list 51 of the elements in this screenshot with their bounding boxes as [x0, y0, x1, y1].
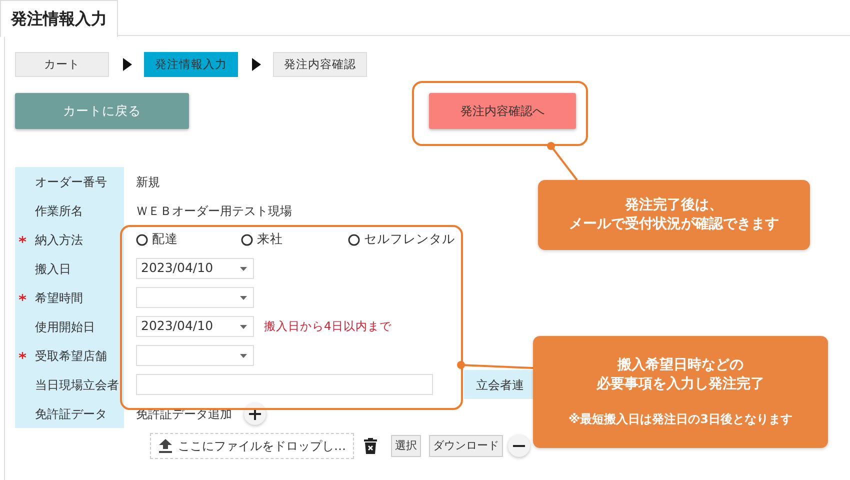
- download-button[interactable]: ダウンロード: [429, 435, 503, 457]
- hint-text: 搬入日から4日以内まで: [264, 318, 392, 335]
- callout-text: メールで受付状況が確認できます: [569, 215, 779, 234]
- caret-icon: [240, 324, 247, 328]
- radio-icon[interactable]: [348, 234, 360, 246]
- field-label: 当日現場立会者: [35, 376, 119, 394]
- date-select[interactable]: 2023/04/10: [136, 258, 254, 279]
- field-label: 作業所名: [35, 202, 83, 220]
- caret-icon: [240, 266, 247, 270]
- add-button[interactable]: [244, 402, 266, 424]
- upload-icon: [159, 439, 172, 453]
- caret-icon: [240, 354, 247, 358]
- page-tab[interactable]: 発注情報入力: [0, 0, 118, 37]
- field-label: オーダー番号: [35, 174, 107, 190]
- callout-note: ※最短搬入日は発注日の3日後となります: [568, 410, 792, 428]
- minus-icon: [513, 445, 525, 447]
- radio-icon[interactable]: [241, 234, 253, 246]
- text-input-field[interactable]: [136, 374, 433, 395]
- radio-option[interactable]: 来社: [241, 230, 348, 249]
- step-label: 発注内容確認: [273, 52, 367, 77]
- radio-icon[interactable]: [136, 234, 148, 246]
- step-label: 発注情報入力: [144, 52, 238, 77]
- field-value: ＷＥＢオーダー用テスト現場: [136, 202, 292, 220]
- leader-line: [547, 142, 578, 181]
- step-label: カート: [15, 52, 109, 77]
- field-label: 搬入日: [35, 260, 71, 278]
- date-select[interactable]: 2023/04/10: [136, 316, 254, 337]
- callout-text: 搬入希望日時などの: [618, 356, 744, 375]
- field-label: 受取希望店舗: [35, 348, 107, 364]
- field-label: 納入方法: [35, 232, 83, 248]
- confirm-order-button[interactable]: 発注内容確認へ: [429, 93, 576, 129]
- file-drop-zone[interactable]: ここにファイルをドロップし…: [150, 433, 354, 459]
- required-icon: [19, 352, 26, 359]
- remove-button[interactable]: [508, 435, 530, 457]
- plus-icon: [249, 408, 261, 420]
- step-arrow-icon: [252, 58, 261, 71]
- callout-text: 発注完了後は、: [625, 196, 723, 215]
- select-button[interactable]: 選択: [391, 435, 421, 457]
- field-label: 希望時間: [35, 290, 83, 306]
- callout-text: 必要事項を入力し発注完了: [596, 375, 764, 394]
- trash-icon[interactable]: [364, 438, 377, 454]
- radio-option[interactable]: セルフレンタル: [348, 230, 455, 249]
- required-icon: [19, 236, 26, 243]
- required-icon: [19, 294, 26, 301]
- field-label: 免許証データ: [35, 406, 107, 422]
- field-label: 使用開始日: [35, 318, 95, 336]
- field-value: 新規: [136, 174, 160, 190]
- step-arrow-icon: [123, 58, 132, 71]
- radio-option[interactable]: 配達: [136, 230, 241, 249]
- field-label-cell: 立会者連: [464, 370, 534, 399]
- caret-icon: [240, 296, 247, 300]
